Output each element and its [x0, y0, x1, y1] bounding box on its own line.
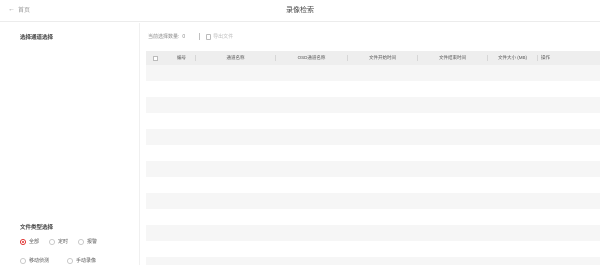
radio-file-type-alarm[interactable]: 报警	[78, 238, 97, 245]
radio-label: 定时	[58, 239, 69, 245]
toolbar-divider	[199, 33, 201, 40]
file-type-section-title: 文件类型选择	[20, 225, 54, 231]
table-row	[146, 241, 600, 257]
radio-file-type-manual[interactable]: 手动录像	[67, 257, 96, 264]
radio-dot-icon	[20, 257, 26, 264]
radio-label: 手动录像	[76, 258, 97, 264]
column-header-end-time: 文件结束时间	[418, 55, 488, 61]
table-row	[146, 65, 600, 81]
table-body	[146, 65, 600, 265]
radio-dot-icon	[67, 257, 74, 264]
table-header: 编号 通道名称 OSD通道名称 文件开始时间 文件结束时间 文件大小 (MB) …	[146, 51, 600, 65]
table-row	[146, 129, 600, 145]
header-checkbox-cell	[146, 55, 168, 61]
column-header-start-time: 文件开始时间	[348, 55, 418, 61]
table-row	[146, 97, 600, 113]
radio-label: 全部	[29, 239, 40, 245]
radio-label: 报警	[87, 239, 98, 245]
radio-dot-icon	[20, 238, 26, 245]
table-row	[146, 113, 600, 129]
table-row	[146, 193, 600, 209]
radio-dot-icon	[49, 238, 56, 245]
radio-label: 移动侦测	[29, 258, 50, 264]
column-header-file-size: 文件大小 (MB)	[488, 55, 538, 61]
file-icon	[206, 33, 212, 40]
radio-file-type-motion[interactable]: 移动侦测	[20, 257, 49, 264]
file-type-row-1: 全部 定时 报警	[20, 238, 107, 245]
select-all-checkbox[interactable]	[153, 55, 158, 61]
radio-file-type-all[interactable]: 全部	[20, 238, 39, 245]
table-row	[146, 257, 600, 265]
column-header-actions: 操作	[541, 55, 550, 60]
radio-dot-icon	[78, 238, 85, 245]
column-header-channel-name: 通道名称	[196, 55, 276, 61]
page-title: 录像检索	[286, 7, 314, 14]
file-type-row-2: 移动侦测 手动录像	[20, 257, 106, 264]
results-panel: 当前选择数量: 0 导出文件 编号 通道名称 OSD通道名称 文件开始时间 文件…	[140, 23, 600, 265]
selected-count-label: 当前选择数量:	[148, 34, 180, 40]
filter-sidebar: 选择通道选择 文件类型选择 全部 定时 报警 移动侦测 手动录像	[0, 23, 140, 265]
export-file-button[interactable]: 导出文件	[206, 33, 233, 40]
table-row	[146, 225, 600, 241]
column-header-osd-channel-name: OSD通道名称	[276, 55, 348, 61]
column-header-index: 编号	[168, 55, 196, 61]
selected-count-value: 0	[182, 33, 186, 40]
table-row	[146, 81, 600, 97]
table-row	[146, 161, 600, 177]
radio-file-type-scheduled[interactable]: 定时	[49, 238, 68, 245]
table-row	[146, 177, 600, 193]
top-bar: ← 首页 录像检索	[0, 0, 600, 22]
results-toolbar: 当前选择数量: 0 导出文件	[148, 33, 233, 40]
recording-table: 编号 通道名称 OSD通道名称 文件开始时间 文件结束时间 文件大小 (MB) …	[146, 51, 600, 265]
table-row	[146, 209, 600, 225]
table-row	[146, 145, 600, 161]
channel-section-title: 选择通道选择	[20, 35, 54, 41]
export-label: 导出文件	[213, 34, 234, 40]
